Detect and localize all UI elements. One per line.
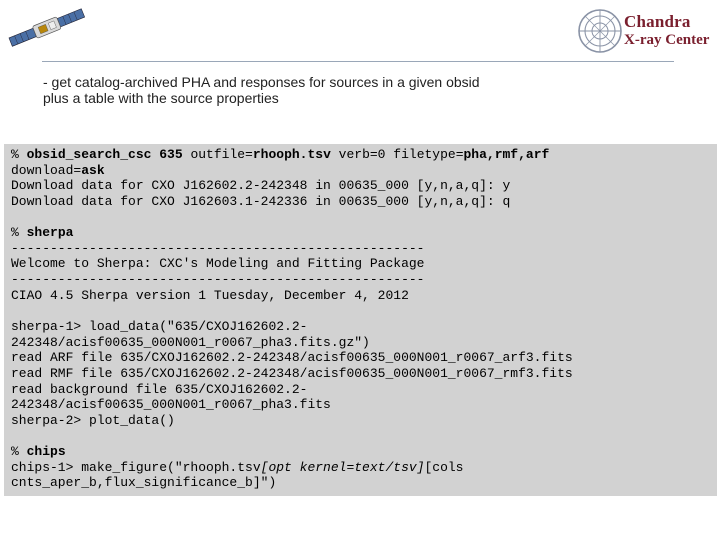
sherpa-command: % sherpa bbox=[11, 225, 717, 241]
intro-line-1: - get catalog-archived PHA and responses… bbox=[43, 74, 480, 90]
separator-line: ----------------------------------------… bbox=[11, 240, 425, 256]
chips-code-italic: [opt kernel=text/tsv] bbox=[260, 459, 425, 475]
command-arg: outfile= bbox=[182, 147, 253, 162]
sherpa-welcome: Welcome to Sherpa: CXC's Modeling and Fi… bbox=[11, 256, 425, 272]
chandra-seal-icon bbox=[578, 9, 622, 53]
command-name: sherpa bbox=[26, 225, 74, 241]
intro-line-2: plus a table with the source properties bbox=[43, 90, 279, 106]
chandra-satellite-icon bbox=[8, 8, 86, 47]
chips-command: % chips bbox=[11, 444, 717, 460]
download-param: download= bbox=[11, 162, 82, 178]
sherpa-output-line: read RMF file 635/CXOJ162602.2-242348/ac… bbox=[11, 365, 573, 381]
chips-code: [cols bbox=[424, 459, 464, 475]
chandra-logo: Chandra X-ray Center bbox=[574, 6, 720, 56]
shell-prompt: % bbox=[11, 147, 27, 162]
download-prompt-1: Download data for CXO J162602.2-242348 i… bbox=[11, 178, 511, 194]
outfile-value: rhooph.tsv bbox=[252, 147, 331, 162]
intro-text: - get catalog-archived PHA and responses… bbox=[43, 74, 643, 106]
sherpa-output-line: 242348/acisf00635_000N001_r0067_pha3.fit… bbox=[11, 334, 370, 350]
download-value: ask bbox=[81, 162, 105, 178]
sherpa-version: CIAO 4.5 Sherpa version 1 Tuesday, Decem… bbox=[11, 287, 409, 303]
logo-title-xray-center: X-ray Center bbox=[624, 32, 710, 48]
download-prompt-2: Download data for CXO J162603.1-242336 i… bbox=[11, 193, 511, 209]
shell-prompt: % bbox=[11, 444, 27, 460]
command-name: obsid_search_csc 635 bbox=[26, 147, 183, 162]
chips-output-line: cnts_aper_b,flux_significance_b]") bbox=[11, 475, 277, 491]
download-param-line: download=ask bbox=[11, 163, 717, 179]
shell-prompt: % bbox=[11, 225, 27, 241]
command-name: chips bbox=[26, 444, 66, 460]
terminal-session: % obsid_search_csc 635 outfile=rhooph.ts… bbox=[4, 144, 717, 496]
filetype-value: pha,rmf,arf bbox=[463, 147, 550, 162]
sherpa-output-line: 242348/acisf00635_000N001_r0067_pha3.fit… bbox=[11, 397, 331, 413]
separator-line: ----------------------------------------… bbox=[11, 272, 425, 288]
chips-output-line: chips-1> make_figure("rhooph.tsv[opt ker… bbox=[11, 460, 717, 476]
logo-title-chandra: Chandra bbox=[624, 12, 691, 31]
sherpa-output-line: sherpa-1> load_data("635/CXOJ162602.2- bbox=[11, 319, 308, 335]
sherpa-output-line: read background file 635/CXOJ162602.2- bbox=[11, 381, 308, 397]
sherpa-output-line: read ARF file 635/CXOJ162602.2-242348/ac… bbox=[11, 350, 573, 366]
sherpa-output-line: sherpa-2> plot_data() bbox=[11, 412, 175, 428]
command-arg: verb=0 filetype= bbox=[330, 147, 464, 162]
obsid-search-command: % obsid_search_csc 635 outfile=rhooph.ts… bbox=[11, 147, 717, 163]
header-divider bbox=[42, 61, 674, 62]
chips-code: chips-1> make_figure("rhooph.tsv bbox=[11, 459, 261, 475]
